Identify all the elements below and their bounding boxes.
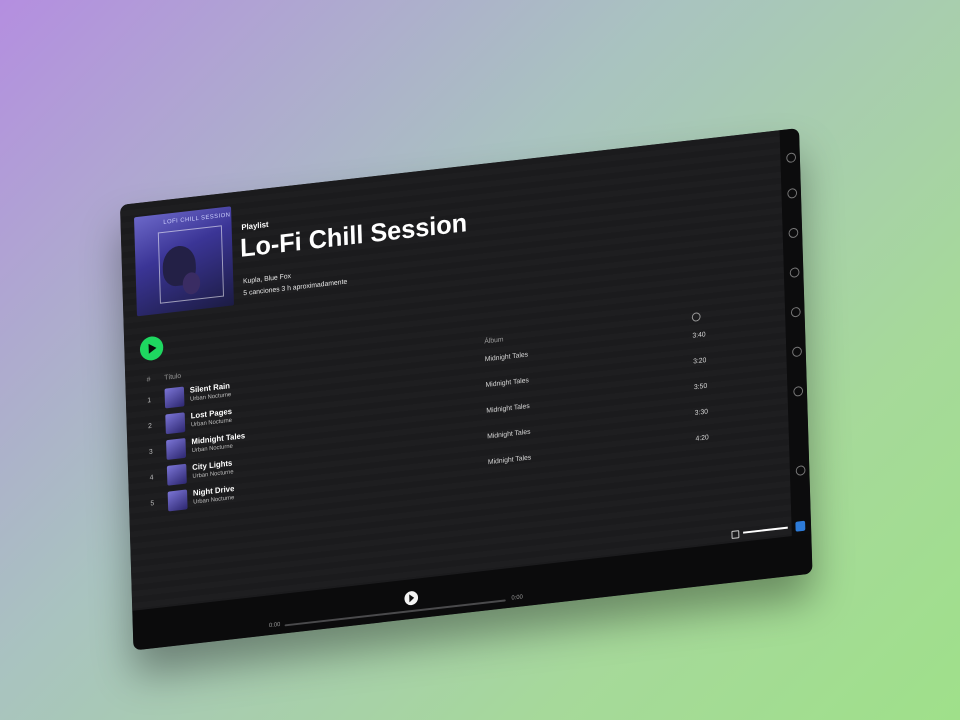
track-duration: 4:20 bbox=[695, 434, 709, 443]
status-chip bbox=[795, 520, 806, 532]
playlist-view: LOFI CHILL SESSION Playlist Lo-Fi Chill … bbox=[120, 130, 792, 611]
elapsed-time: 0:00 bbox=[268, 621, 281, 630]
track-number: 1 bbox=[147, 397, 152, 405]
track-duration: 3:40 bbox=[692, 331, 706, 340]
seek-bar[interactable] bbox=[284, 599, 506, 627]
track-thumbnail bbox=[166, 463, 187, 486]
track-album[interactable]: Midnight Tales bbox=[486, 377, 529, 389]
play-pause-button[interactable] bbox=[404, 590, 419, 606]
play-playlist-button[interactable] bbox=[139, 335, 164, 362]
settings-icon[interactable] bbox=[793, 385, 804, 397]
track-number: 5 bbox=[150, 500, 155, 508]
queue-icon[interactable] bbox=[790, 306, 801, 318]
library-icon[interactable] bbox=[788, 227, 799, 239]
playlist-owners[interactable]: Kupla, Blue Fox bbox=[243, 273, 291, 285]
device-icon[interactable] bbox=[792, 346, 803, 358]
track-album[interactable]: Midnight Tales bbox=[488, 454, 531, 466]
track-album[interactable]: Midnight Tales bbox=[485, 351, 528, 363]
track-album[interactable]: Midnight Tales bbox=[487, 429, 530, 441]
profile-icon[interactable] bbox=[795, 465, 806, 477]
track-thumbnail bbox=[164, 386, 185, 409]
track-thumbnail bbox=[167, 489, 188, 512]
track-number: 4 bbox=[149, 474, 154, 482]
cover-title-text: LOFI CHILL SESSION bbox=[163, 212, 231, 226]
track-duration: 3:50 bbox=[693, 382, 708, 392]
heart-icon[interactable] bbox=[789, 267, 800, 279]
track-duration: 3:30 bbox=[694, 408, 709, 417]
track-duration: 3:20 bbox=[693, 357, 707, 366]
page-title: Lo-Fi Chill Session bbox=[239, 207, 468, 263]
column-header-title[interactable]: Título bbox=[164, 373, 181, 382]
volume-icon[interactable] bbox=[731, 530, 740, 539]
track-number: 3 bbox=[148, 448, 153, 457]
column-header-album[interactable]: Álbum bbox=[484, 336, 503, 345]
track-album[interactable]: Midnight Tales bbox=[486, 403, 529, 415]
track-title[interactable]: Midnight Tales bbox=[191, 431, 245, 446]
search-icon[interactable] bbox=[787, 187, 798, 199]
column-header-number: # bbox=[146, 376, 151, 384]
clock-icon bbox=[691, 312, 701, 322]
app-stage: LOFI CHILL SESSION Playlist Lo-Fi Chill … bbox=[120, 128, 813, 651]
track-thumbnail bbox=[166, 437, 187, 460]
app-window: LOFI CHILL SESSION Playlist Lo-Fi Chill … bbox=[120, 128, 813, 651]
playlist-cover[interactable]: LOFI CHILL SESSION bbox=[134, 206, 234, 317]
track-thumbnail bbox=[165, 412, 186, 435]
total-time: 0:00 bbox=[511, 594, 523, 602]
track-number: 2 bbox=[148, 422, 153, 431]
home-icon[interactable] bbox=[786, 152, 797, 164]
